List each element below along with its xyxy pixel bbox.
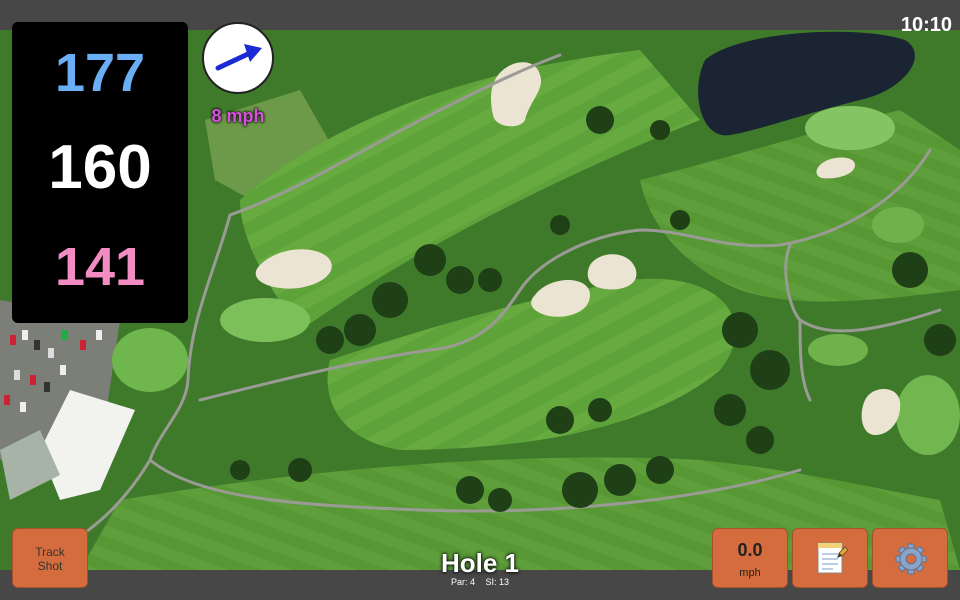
par-label: Par: 4 (450, 577, 475, 587)
notepad-icon (817, 542, 849, 574)
golf-gps-screen: 10:10 177 160 141 8 mph Track Shot Hole … (0, 0, 960, 600)
distance-panel: 177 160 141 (12, 22, 188, 323)
tee-box-right (872, 207, 924, 243)
wind-speed-value: 0.0 (737, 540, 763, 560)
settings-button[interactable] (872, 528, 948, 588)
wind-speed-unit: mph (739, 567, 761, 579)
clock-time: 10:10 (900, 14, 952, 36)
tee-box-lower-right (808, 334, 868, 366)
green-left (220, 298, 310, 342)
back-distance: 177 (54, 43, 146, 103)
green-right (896, 375, 960, 455)
green-practice (112, 328, 188, 392)
front-distance: 141 (54, 237, 146, 297)
notes-button[interactable] (792, 528, 868, 588)
wind-speed-label: 8 mph (211, 106, 265, 126)
middle-distance: 160 (48, 133, 152, 202)
wind-speed-button[interactable]: 0.0 mph (712, 528, 788, 588)
track-shot-label-line1: Track (35, 545, 65, 559)
green-top-right (805, 106, 895, 150)
wind-indicator (202, 22, 274, 94)
arrow-right-icon (215, 44, 262, 71)
gear-icon (895, 543, 927, 575)
stroke-index-label: SI: 13 (485, 577, 510, 587)
track-shot-label-line2: Shot (37, 559, 63, 573)
hole-info: Par: 4 SI: 13 (380, 577, 580, 587)
hole-title: Hole 1 (440, 548, 520, 578)
track-shot-button[interactable]: Track Shot (12, 528, 88, 588)
